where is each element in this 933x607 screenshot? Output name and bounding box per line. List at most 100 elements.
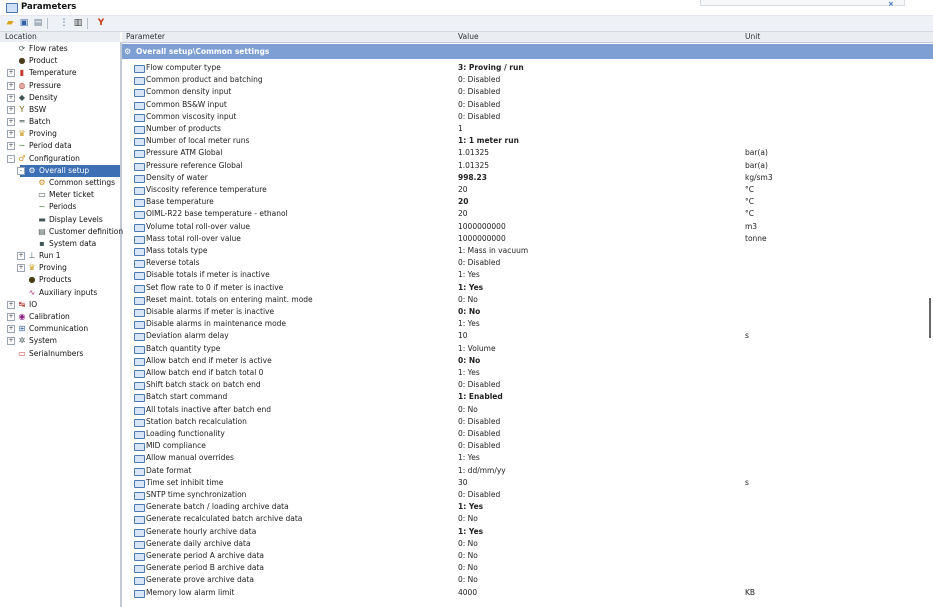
parameter-value[interactable]: 0: Disabled [458,111,500,123]
parameter-row[interactable]: Generate period A archive data 0: No [122,550,933,562]
tree-item[interactable]: - ⚙ Overall setup [17,164,120,177]
tree-item[interactable]: + ⊞ Communication [0,323,120,335]
parameter-value[interactable]: 0: No [458,355,480,367]
parameter-row[interactable]: Station batch recalculation 0: Disabled [122,416,933,428]
parameter-value[interactable]: 1: Mass in vacuum [458,245,528,257]
print-icon[interactable]: ▤ [32,17,44,29]
parameter-row[interactable]: Loading functionality 0: Disabled [122,428,933,440]
tree-item[interactable]: ▬ Display Levels [0,214,120,226]
parameter-row[interactable]: Deviation alarm delay 10 s [122,330,933,342]
parameter-value[interactable]: 1 [458,123,463,135]
parameter-header[interactable]: Parameter [126,32,165,42]
parameter-value[interactable]: 1: Yes [458,367,480,379]
parameter-value[interactable]: 0: Disabled [458,86,500,98]
parameter-row[interactable]: Common BS&W input 0: Disabled [122,99,933,111]
parameter-row[interactable]: Allow batch end if meter is active 0: No [122,355,933,367]
parameter-value[interactable]: 0: Disabled [458,379,500,391]
tree-item[interactable]: + ∼ Period data [0,140,120,152]
expand-icon[interactable]: + [7,118,15,127]
tree-item[interactable]: + ♛ Proving [0,262,120,274]
parameter-row[interactable]: Disable alarms in maintenance mode 1: Yes [122,318,933,330]
parameter-row[interactable]: Reverse totals 0: Disabled [122,257,933,269]
close-icon[interactable]: × [888,0,894,8]
parameter-value[interactable]: 1: Volume [458,343,496,355]
filter-clear-icon[interactable]: Y [95,17,107,29]
parameter-value[interactable]: 1: Yes [458,318,480,330]
parameter-row[interactable]: Batch quantity type 1: Volume [122,343,933,355]
parameter-row[interactable]: Generate prove archive data 0: No [122,574,933,586]
parameter-row[interactable]: All totals inactive after batch end 0: No [122,404,933,416]
parameter-row[interactable]: Common density input 0: Disabled [122,86,933,98]
parameter-row[interactable]: Mass total roll-over value 1000000000 tonn… [122,233,933,245]
parameter-value[interactable]: 1: Yes [458,269,480,281]
expand-icon[interactable]: + [7,325,15,334]
parameter-row[interactable]: Pressure reference Global 1.01325 bar(a) [122,160,933,172]
parameter-row[interactable]: Allow manual overrides 1: Yes [122,452,933,464]
parameter-row[interactable]: Generate daily archive data 0: No [122,538,933,550]
expand-icon[interactable]: + [7,142,15,151]
parameter-row[interactable]: Volume total roll-over value 1000000000 m3 [122,221,933,233]
parameter-value[interactable]: 20 [458,196,468,208]
parameter-row[interactable]: Batch start command 1: Enabled [122,391,933,403]
parameter-value[interactable]: 1: dd/mm/yy [458,465,506,477]
tree-item[interactable]: ▤ Customer definition [0,226,123,238]
parameter-row[interactable]: Date format 1: dd/mm/yy [122,465,933,477]
group-header-row[interactable]: ⚙ Overall setup\Common settings [122,44,933,59]
parameter-row[interactable]: Generate recalculated batch archive data… [122,513,933,525]
expand-icon[interactable]: + [7,81,15,90]
parameter-row[interactable]: Pressure ATM Global 1.01325 bar(a) [122,147,933,159]
parameter-row[interactable]: Generate hourly archive data 1: Yes [122,526,933,538]
tree-view-icon[interactable]: ⋮ [58,17,70,29]
parameter-value[interactable]: 0: No [458,562,478,574]
tree-item[interactable]: ⚙ Common settings [0,177,120,189]
parameter-value[interactable]: 1000000000 [458,221,506,233]
expand-icon[interactable]: + [7,300,15,309]
parameter-value[interactable]: 998.23 [458,172,487,184]
collapse-icon[interactable]: - [7,154,15,163]
tree-item[interactable]: + Y BSW [0,104,120,116]
parameter-value[interactable]: 3: Proving / run [458,62,524,74]
parameter-value[interactable]: 1000000000 [458,233,506,245]
tree-item[interactable]: + ⊥ Run 1 [0,250,120,262]
parameter-value[interactable]: 0: Disabled [458,99,500,111]
parameter-row[interactable]: Mass totals type 1: Mass in vacuum [122,245,933,257]
tree-item[interactable]: + ◆ Density [0,92,120,104]
parameter-value[interactable]: 0: No [458,404,478,416]
tree-item[interactable]: ∿ Auxiliary inputs [0,287,120,299]
tree-item[interactable]: ∼ Periods [0,201,120,213]
parameter-value[interactable]: 10 [458,330,468,342]
parameter-value[interactable]: 0: No [458,306,480,318]
expand-icon[interactable]: + [7,93,15,102]
parameter-value[interactable]: 20 [458,184,468,196]
parameter-value[interactable]: 0: Disabled [458,416,500,428]
parameter-row[interactable]: OIML-R22 base temperature - ethanol 20 °C [122,208,933,220]
parameter-row[interactable]: Flow computer type 3: Proving / run [122,62,933,74]
parameter-row[interactable]: MID compliance 0: Disabled [122,440,933,452]
parameter-value[interactable]: 20 [458,208,468,220]
parameter-value[interactable]: 0: No [458,550,478,562]
parameter-value[interactable]: 0: Disabled [458,489,500,501]
tree-item[interactable]: ● Products [0,274,120,286]
parameter-row[interactable]: Generate batch / loading archive data 1: … [122,501,933,513]
parameter-row[interactable]: Generate period B archive data 0: No [122,562,933,574]
collapse-icon[interactable]: - [17,166,25,175]
tree-item[interactable]: ● Product [0,55,120,67]
parameter-value[interactable]: 1: Yes [458,282,483,294]
parameter-row[interactable]: Viscosity reference temperature 20 °C [122,184,933,196]
tree-item[interactable]: + ◉ Calibration [0,311,120,323]
parameter-value[interactable]: 0: No [458,538,478,550]
tree-item[interactable]: ▭ Meter ticket [0,189,120,201]
parameter-value[interactable]: 0: Disabled [458,428,500,440]
tree-item[interactable]: ▭ Serialnumbers [0,348,120,360]
parameter-row[interactable]: Time set inhibit time 30 s [122,477,933,489]
parameter-row[interactable]: Disable totals if meter is inactive 1: Ye… [122,269,933,281]
parameter-value[interactable]: 1: Enabled [458,391,503,403]
parameter-value[interactable]: 1: Yes [458,501,483,513]
parameter-value[interactable]: 4000 [458,587,477,599]
expand-icon[interactable]: + [7,69,15,78]
parameter-value[interactable]: 0: No [458,294,478,306]
tree-item[interactable]: + ✲ System [0,335,120,347]
parameter-row[interactable]: Allow batch end if batch total 0 1: Yes [122,367,933,379]
parameter-row[interactable]: Number of products 1 [122,123,933,135]
tree-item[interactable]: ▪ System data [0,238,120,250]
